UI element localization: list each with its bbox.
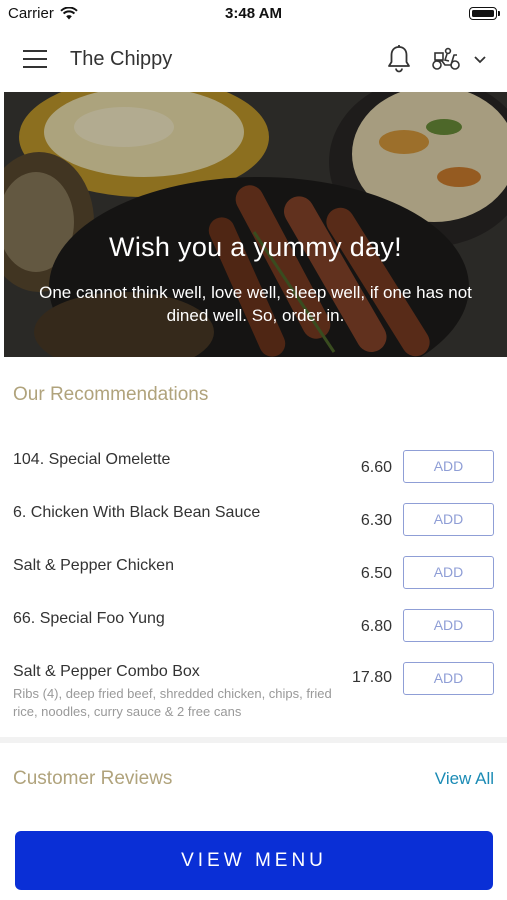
status-bar: Carrier 3:48 AM <box>0 0 507 28</box>
item-price: 17.80 <box>351 669 392 686</box>
app-title: The Chippy <box>70 48 173 70</box>
item-name: Salt & Pepper Chicken <box>13 557 174 574</box>
bell-icon[interactable] <box>385 44 413 74</box>
add-button[interactable]: ADD <box>403 450 494 483</box>
app-header: The Chippy <box>0 28 507 90</box>
item-description: Ribs (4), deep fried beef, shredded chic… <box>13 686 332 719</box>
item-price: 6.30 <box>360 512 392 529</box>
item-name: 66. Special Foo Yung <box>13 610 165 627</box>
scooter-icon[interactable] <box>430 46 462 72</box>
chevron-down-icon[interactable] <box>472 52 488 66</box>
hero-banner: Wish you a yummy day! One cannot think w… <box>4 92 507 357</box>
item-name: 104. Special Omelette <box>13 451 171 468</box>
item-name: Salt & Pepper Combo Box <box>13 663 200 680</box>
item-price: 6.60 <box>360 459 392 476</box>
item-price: 6.50 <box>360 565 392 582</box>
battery-icon <box>469 7 500 20</box>
status-time: 3:48 AM <box>225 5 282 22</box>
add-button[interactable]: ADD <box>403 556 494 589</box>
add-button[interactable]: ADD <box>403 503 494 536</box>
view-menu-button[interactable]: VIEW MENU <box>15 831 493 890</box>
reviews-title: Customer Reviews <box>13 768 173 789</box>
item-name: 6. Chicken With Black Bean Sauce <box>13 504 261 521</box>
add-button[interactable]: ADD <box>403 609 494 642</box>
section-divider <box>0 737 507 743</box>
hero-subtitle: One cannot think well, love well, sleep … <box>39 283 472 325</box>
menu-icon[interactable] <box>23 50 47 68</box>
view-all-link[interactable]: View All <box>435 769 494 789</box>
hero-title: Wish you a yummy day! <box>109 232 402 262</box>
add-button[interactable]: ADD <box>403 662 494 695</box>
item-price: 6.80 <box>360 618 392 635</box>
recommendations-title: Our Recommendations <box>13 384 209 405</box>
